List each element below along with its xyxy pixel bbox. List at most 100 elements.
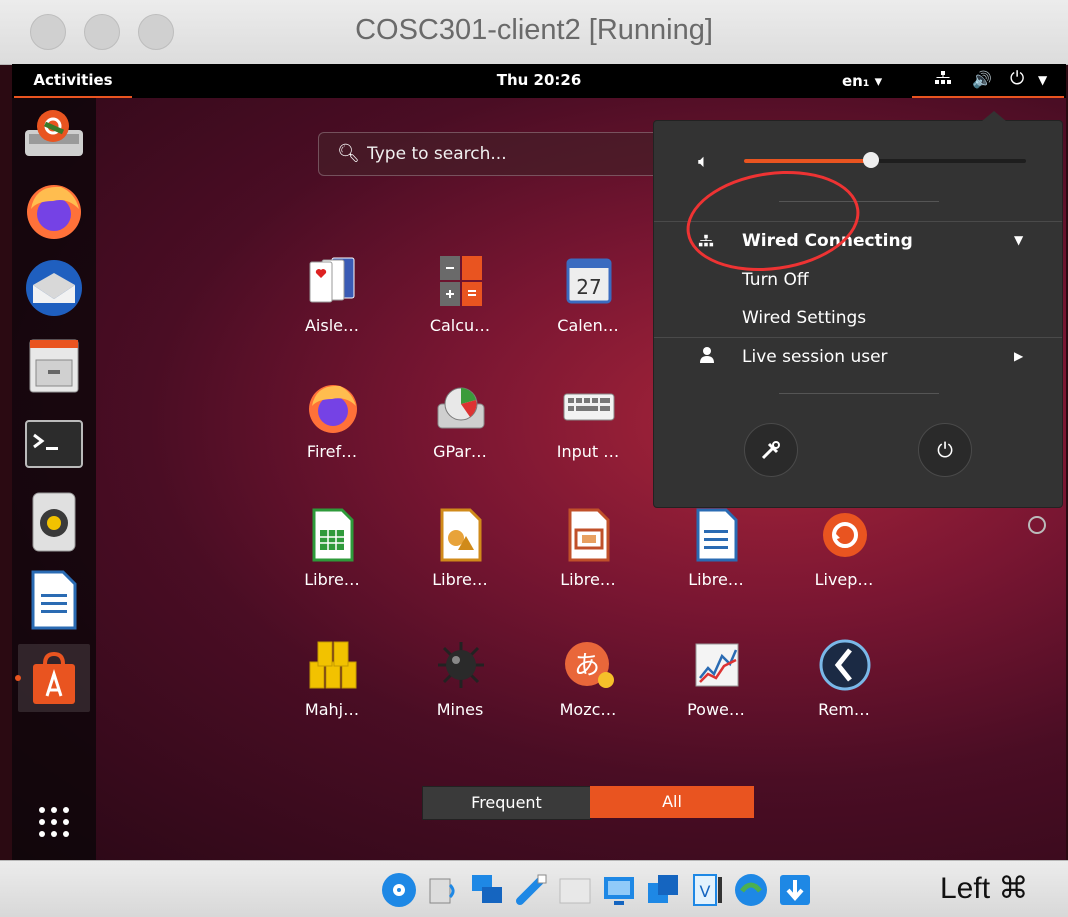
app-libreoffice-impress[interactable]: Libre… [410,508,510,618]
search-icon: 🔍︎ [337,143,360,164]
search-box[interactable]: 🔍︎ [318,132,670,176]
input-language-button[interactable]: en₁ ▾ [842,64,882,98]
app-label: Libre… [304,570,360,589]
app-remmina[interactable]: Rem… [794,638,894,748]
search-input[interactable] [365,141,669,167]
menu-pointer-arrow [982,111,1006,121]
usb-icon[interactable] [512,871,550,909]
install-ubuntu-icon [25,110,83,156]
network-adapter-icon[interactable] [468,871,506,909]
libreoffice-calc-icon [312,508,354,562]
running-indicator [15,675,21,681]
terminal-icon [25,420,83,468]
chevron-down-icon: ▼ [1038,73,1048,87]
power-icon: ⏻ [937,438,953,462]
app-mahjongg[interactable]: Mahj… [282,638,382,748]
system-status-area[interactable]: 🔊 ⏻ ▼ [912,64,1064,98]
app-label: Aisle… [304,316,359,335]
user-icon [700,347,714,368]
power-off-button[interactable]: ⏻ [918,423,972,477]
app-libreoffice-draw[interactable]: Libre… [538,508,638,618]
power-icon: ⏻ [1010,68,1025,89]
app-label: Firef… [306,442,358,461]
clock[interactable]: Thu 20:26 [12,64,1066,96]
app-power-statistics[interactable]: Powe… [666,638,766,748]
volume-slider-knob[interactable] [862,152,879,168]
app-gparted[interactable]: GPar… [410,380,510,490]
app-label: Libre… [688,570,744,589]
chevron-down-icon[interactable]: ▼ [1014,233,1023,247]
keyboard-capture-icon[interactable] [776,871,814,909]
speaker-low-icon: 🔈︎ [698,151,709,172]
page-indicator[interactable] [1028,516,1046,534]
frequent-tab[interactable]: Frequent [422,786,591,820]
keyboard-icon [563,393,615,421]
app-calculator[interactable]: Calcu… [410,254,510,364]
network-wired-icon [698,233,714,254]
mahjongg-tiles-icon [309,641,357,689]
app-livepatch[interactable]: Livep… [794,508,894,618]
app-calendar[interactable]: 27 Calen… [538,254,638,364]
dock-firefox[interactable] [18,176,90,244]
app-label: Livep… [814,570,874,589]
user-menu-item[interactable]: Live session user [742,347,888,367]
dock-install-ubuntu[interactable] [18,98,90,166]
mines-icon [438,642,484,688]
video-capture-icon[interactable] [644,871,682,909]
mouse-integration-icon[interactable] [732,871,770,909]
calendar-icon: 27 [566,258,612,304]
thunderbird-icon [26,260,82,316]
app-label: GPar… [433,442,487,461]
system-menu: 🔈︎ Wired Connecting ▼ Turn Off Wired Set… [653,111,1063,508]
chevron-right-icon[interactable]: ▶ [1014,349,1023,363]
wired-connection-header[interactable]: Wired Connecting [742,231,913,251]
network-wired-icon [934,70,952,90]
wired-settings-item[interactable]: Wired Settings [742,308,866,328]
app-label: Mozc… [559,700,617,719]
dock-files[interactable] [18,332,90,400]
files-cabinet-icon [29,339,79,393]
svg-text:V: V [700,882,711,901]
solitaire-cards-icon [309,257,355,303]
separator [779,201,939,202]
libreoffice-impress-icon [440,508,482,562]
app-label: Mines [436,700,484,719]
libreoffice-writer-icon [696,508,738,562]
speaker-icon: 🔊 [972,70,992,89]
host-key-label[interactable]: Left ⌘ [940,871,1028,906]
app-input-method[interactable]: Input … [538,380,638,490]
display-icon[interactable] [600,871,638,909]
separator [654,337,1062,338]
app-label: Libre… [560,570,616,589]
settings-tools-icon [761,441,780,460]
dock-rhythmbox[interactable] [18,488,90,556]
app-mines[interactable]: Mines [410,638,510,748]
power-statistics-icon [695,643,739,687]
dock-ubuntu-software[interactable] [15,644,90,712]
app-label: Calcu… [429,316,491,335]
vm-window-titlebar: COSC301-client2 [Running] [0,0,1068,65]
volume-slider[interactable] [744,152,1026,168]
gparted-disk-icon [437,387,485,429]
audio-device-icon[interactable] [424,871,462,909]
turn-off-item[interactable]: Turn Off [742,270,809,290]
app-libreoffice-calc[interactable]: Libre… [282,508,382,618]
app-mozc[interactable]: あ Mozc… [538,638,638,748]
volume-slider-fill [744,159,871,163]
dock-thunderbird[interactable] [18,254,90,322]
calculator-icon [440,256,482,306]
dock-terminal[interactable] [18,410,90,478]
show-applications-button[interactable] [18,788,90,856]
mozc-icon: あ [565,642,614,688]
app-libreoffice-writer[interactable]: Libre… [666,508,766,618]
top-bar: Activities Thu 20:26 en₁ ▾ 🔊 ⏻ ▼ [12,64,1066,98]
shared-folder-icon[interactable] [556,871,594,909]
all-tab[interactable]: All [590,786,754,818]
app-firefox[interactable]: Firef… [282,380,382,490]
app-aisleriot[interactable]: Aisle… [282,254,382,364]
dock-libreoffice-writer[interactable] [18,566,90,634]
settings-button[interactable] [744,423,798,477]
calendar-day: 27 [576,275,601,299]
optical-disc-icon[interactable] [380,871,418,909]
virtualbox-icon[interactable]: V [688,871,726,909]
